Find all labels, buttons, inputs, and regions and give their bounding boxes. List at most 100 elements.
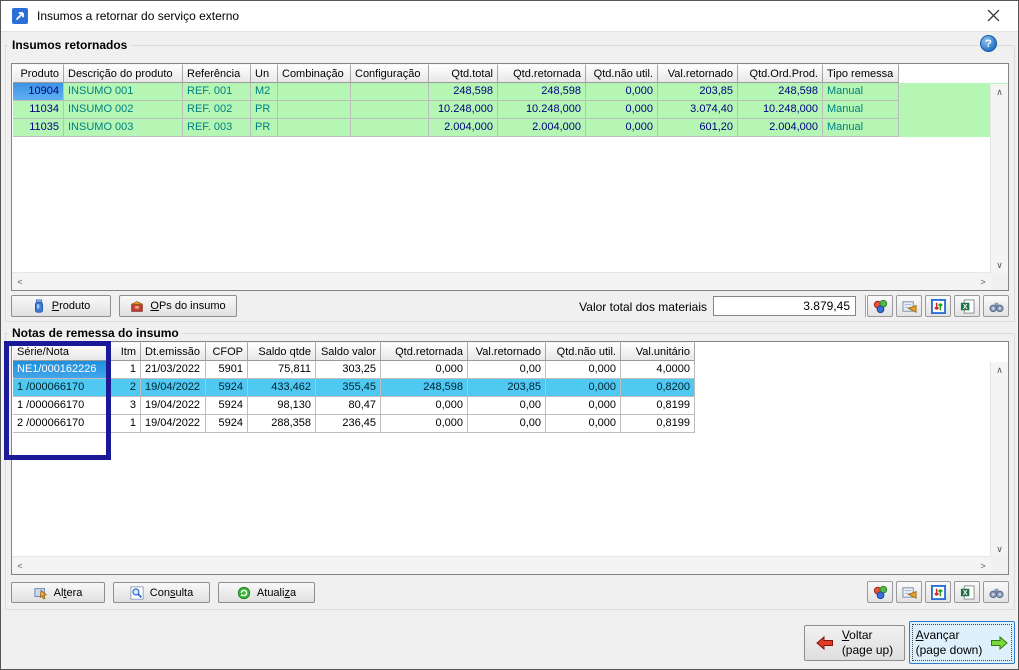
table-cell[interactable]: 5924 [206, 415, 248, 433]
table-cell[interactable]: REF. 002 [183, 101, 251, 119]
column-header[interactable]: Val.retornado [658, 64, 738, 83]
scroll-right-icon[interactable]: > [975, 273, 991, 290]
column-header[interactable]: Val.retornado [468, 342, 546, 361]
atualiza-button[interactable]: Atualiza [218, 582, 315, 603]
table-cell[interactable]: 0,000 [381, 361, 468, 379]
column-header[interactable]: Tipo remessa [823, 64, 899, 83]
table-cell[interactable]: 10.248,000 [429, 101, 498, 119]
table-cell[interactable]: 3.074,40 [658, 101, 738, 119]
table-cell[interactable]: INSUMO 003 [64, 119, 183, 137]
scroll-down-icon[interactable]: ∨ [991, 541, 1008, 557]
table-cell[interactable]: 0,00 [468, 397, 546, 415]
table-cell[interactable]: 2.004,000 [738, 119, 823, 137]
consulta-button[interactable]: Consulta [113, 582, 210, 603]
column-header[interactable]: Qtd.total [429, 64, 498, 83]
table-cell[interactable]: 11035 [13, 119, 64, 137]
table-cell[interactable]: 1 /000066170 [13, 397, 109, 415]
table-cell[interactable]: INSUMO 001 [64, 83, 183, 101]
table-cell[interactable]: 75,811 [248, 361, 316, 379]
excel-icon[interactable]: X [954, 295, 980, 317]
table-row[interactable]: 1 /000066170219/04/20225924433,462355,45… [13, 379, 1008, 397]
table-cell[interactable]: REF. 003 [183, 119, 251, 137]
excel-icon[interactable]: X [954, 581, 980, 603]
binoculars-icon[interactable] [983, 295, 1009, 317]
produto-button[interactable]: Produto [11, 295, 111, 317]
table-row[interactable]: 2 /000066170119/04/20225924288,358236,45… [13, 415, 1008, 433]
table-cell[interactable]: 0,00 [468, 415, 546, 433]
table-cell[interactable]: 0,000 [586, 101, 658, 119]
column-header[interactable]: Qtd.não util. [586, 64, 658, 83]
column-header[interactable]: Qtd.não util. [546, 342, 621, 361]
table-cell[interactable]: 10.248,000 [738, 101, 823, 119]
table-cell[interactable]: M2 [251, 83, 278, 101]
scroll-up-icon[interactable]: ∧ [991, 362, 1008, 378]
column-header[interactable]: Produto [13, 64, 64, 83]
table-row[interactable]: 11034INSUMO 002REF. 002PR10.248,00010.24… [13, 101, 1008, 119]
table-cell[interactable]: 98,130 [248, 397, 316, 415]
table-cell[interactable]: 0,8199 [621, 415, 695, 433]
table-cell[interactable]: Manual [823, 101, 899, 119]
table-cell[interactable] [278, 83, 351, 101]
table-cell[interactable]: 601,20 [658, 119, 738, 137]
table-cell[interactable]: 2.004,000 [429, 119, 498, 137]
table-cell[interactable]: 203,85 [468, 379, 546, 397]
table-cell[interactable]: 2.004,000 [498, 119, 586, 137]
avancar-button[interactable]: Avançar (page down) [909, 621, 1015, 664]
table-cell[interactable]: INSUMO 002 [64, 101, 183, 119]
table-cell[interactable]: 288,358 [248, 415, 316, 433]
export-icon[interactable] [896, 295, 922, 317]
scroll-up-icon[interactable]: ∧ [991, 84, 1008, 100]
table-cell[interactable]: 248,598 [381, 379, 468, 397]
table-cell[interactable]: 10904 [13, 83, 64, 101]
table-cell[interactable]: 355,45 [316, 379, 381, 397]
table-cell[interactable]: 0,000 [381, 415, 468, 433]
ops-do-insumo-button[interactable]: OPs do insumo [119, 295, 237, 317]
table-cell[interactable]: 203,85 [658, 83, 738, 101]
table-cell[interactable] [278, 119, 351, 137]
column-header[interactable]: Saldo valor [316, 342, 381, 361]
table-cell[interactable]: 5924 [206, 379, 248, 397]
column-header[interactable]: Un [251, 64, 278, 83]
table-cell[interactable]: 0,000 [586, 119, 658, 137]
table-cell[interactable]: 303,25 [316, 361, 381, 379]
export-icon[interactable] [896, 581, 922, 603]
vertical-scrollbar[interactable]: ∧ ∨ [990, 84, 1008, 273]
column-header[interactable]: Itm [109, 342, 141, 361]
table-cell[interactable]: 80,47 [316, 397, 381, 415]
column-header[interactable]: Qtd.retornada [498, 64, 586, 83]
table-cell[interactable]: NE1/000162226 [13, 361, 109, 379]
voltar-button[interactable]: Voltar (page up) [804, 625, 905, 661]
table-cell[interactable]: 19/04/2022 [141, 415, 206, 433]
column-header[interactable]: Qtd.Ord.Prod. [738, 64, 823, 83]
table-cell[interactable]: 248,598 [429, 83, 498, 101]
scroll-right-icon[interactable]: > [975, 557, 991, 574]
table-cell[interactable]: Manual [823, 119, 899, 137]
horizontal-scrollbar[interactable]: < > [12, 556, 991, 574]
table-cell[interactable] [351, 101, 429, 119]
column-header[interactable]: Configuração [351, 64, 429, 83]
table-cell[interactable]: 0,00 [468, 361, 546, 379]
table-cell[interactable]: 0,000 [546, 397, 621, 415]
table-cell[interactable]: 2 /000066170 [13, 415, 109, 433]
table-row[interactable]: 1 /000066170319/04/2022592498,13080,470,… [13, 397, 1008, 415]
column-header[interactable]: Val.unitário [621, 342, 695, 361]
help-icon[interactable]: ? [980, 35, 997, 52]
table-cell[interactable]: 0,000 [546, 379, 621, 397]
table-row[interactable]: 10904INSUMO 001REF. 001M2248,598248,5980… [13, 83, 1008, 101]
table-cell[interactable]: 0,000 [546, 361, 621, 379]
table-cell[interactable]: 0,8200 [621, 379, 695, 397]
table-cell[interactable]: REF. 001 [183, 83, 251, 101]
table-cell[interactable]: 0,8199 [621, 397, 695, 415]
table-cell[interactable] [351, 83, 429, 101]
sort-icon[interactable] [925, 581, 951, 603]
table-cell[interactable]: 236,45 [316, 415, 381, 433]
table-cell[interactable]: 4,0000 [621, 361, 695, 379]
table-cell[interactable]: 19/04/2022 [141, 379, 206, 397]
table-cell[interactable] [278, 101, 351, 119]
table-row[interactable]: NE1/000162226121/03/2022590175,811303,25… [13, 361, 1008, 379]
binoculars-icon[interactable] [983, 581, 1009, 603]
scroll-down-icon[interactable]: ∨ [991, 257, 1008, 273]
table-cell[interactable]: 248,598 [738, 83, 823, 101]
table-cell[interactable]: 433,462 [248, 379, 316, 397]
valor-total-field[interactable]: 3.879,45 [713, 296, 856, 316]
